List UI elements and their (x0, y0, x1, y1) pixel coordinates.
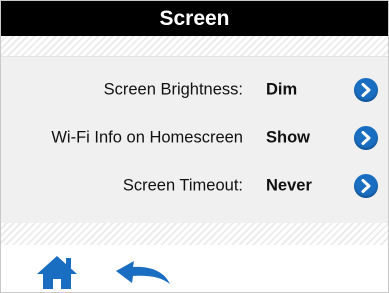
setting-label: Screen Timeout: (122, 176, 243, 195)
setting-value: Never (266, 176, 312, 195)
bottom-nav-bar (1, 245, 388, 292)
back-arrow-icon (116, 261, 170, 284)
title-bar: Screen (1, 1, 388, 36)
chevron-right-icon[interactable] (354, 126, 378, 150)
home-icon (37, 256, 77, 289)
setting-label: Wi-Fi Info on Homescreen (51, 128, 243, 147)
setting-value: Show (266, 128, 310, 147)
page-title: Screen (159, 6, 230, 30)
settings-panel: Screen Brightness: Dim Wi-Fi Info on Hom… (1, 57, 388, 223)
screen-settings-window: Screen Screen Brightness: Dim Wi-Fi Info… (0, 0, 389, 293)
setting-value: Dim (266, 80, 298, 99)
setting-label: Screen Brightness: (103, 80, 243, 99)
setting-row-wifi-info[interactable]: Wi-Fi Info on Homescreen Show (1, 118, 388, 158)
chevron-right-icon[interactable] (354, 174, 378, 198)
top-divider-stripe (1, 36, 388, 57)
setting-row-screen-brightness[interactable]: Screen Brightness: Dim (1, 70, 388, 110)
back-button[interactable] (114, 259, 172, 289)
home-button[interactable] (35, 254, 79, 290)
setting-row-screen-timeout[interactable]: Screen Timeout: Never (1, 166, 388, 206)
chevron-right-icon[interactable] (354, 78, 378, 102)
bottom-divider-stripe (1, 223, 388, 245)
